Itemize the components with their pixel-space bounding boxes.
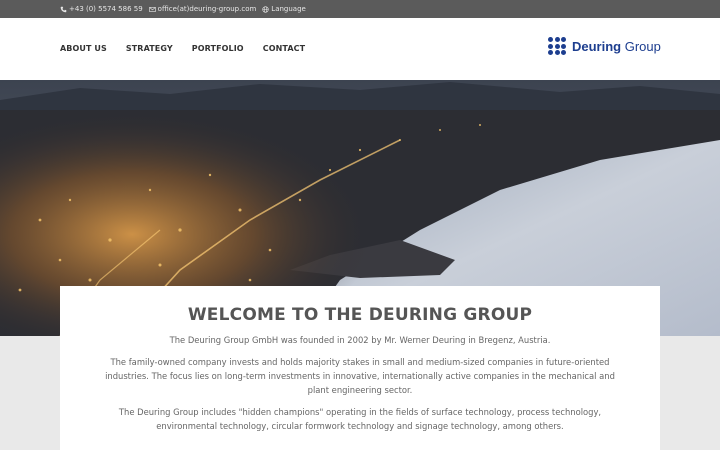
welcome-title: WELCOME TO THE DEURING GROUP (187, 305, 533, 325)
language-selector[interactable]: Language (262, 5, 306, 13)
investment-paragraph: The family-owned company invests and hol… (105, 357, 615, 395)
deuring-group-logo[interactable]: Deuring Group (548, 37, 661, 55)
welcome-section: WELCOME TO THE DEURING GROUP The Deuring… (60, 286, 660, 450)
globe-icon (262, 5, 269, 13)
companies-paragraph: The Deuring Group includes "hidden champ… (118, 407, 602, 431)
site-header: ABOUT US STRATEGY PORTFOLIO CONTACT Deur… (0, 18, 720, 80)
phone-link[interactable]: +43 (0) 5574 586 59 (60, 5, 143, 13)
nav-portfolio[interactable]: PORTFOLIO (192, 44, 244, 53)
phone-number: +43 (0) 5574 586 59 (69, 5, 143, 13)
nav-about-us[interactable]: ABOUT US (60, 44, 107, 53)
nav-strategy[interactable]: STRATEGY (126, 44, 173, 53)
phone-icon (60, 6, 67, 12)
email-link[interactable]: office(at)deuring-group.com (148, 5, 257, 13)
logo-wordmark: Deuring Group (572, 38, 661, 54)
intro-paragraph: The Deuring Group GmbH was founded in 20… (169, 335, 551, 345)
language-label: Language (271, 5, 306, 13)
main-nav: ABOUT US STRATEGY PORTFOLIO CONTACT (60, 44, 305, 53)
logo-dots-icon (548, 37, 566, 55)
email-address: office(at)deuring-group.com (157, 5, 257, 13)
top-contact-bar: +43 (0) 5574 586 59 office(at)deuring-gr… (0, 0, 720, 18)
mail-icon (148, 6, 156, 12)
nav-contact[interactable]: CONTACT (263, 44, 305, 53)
